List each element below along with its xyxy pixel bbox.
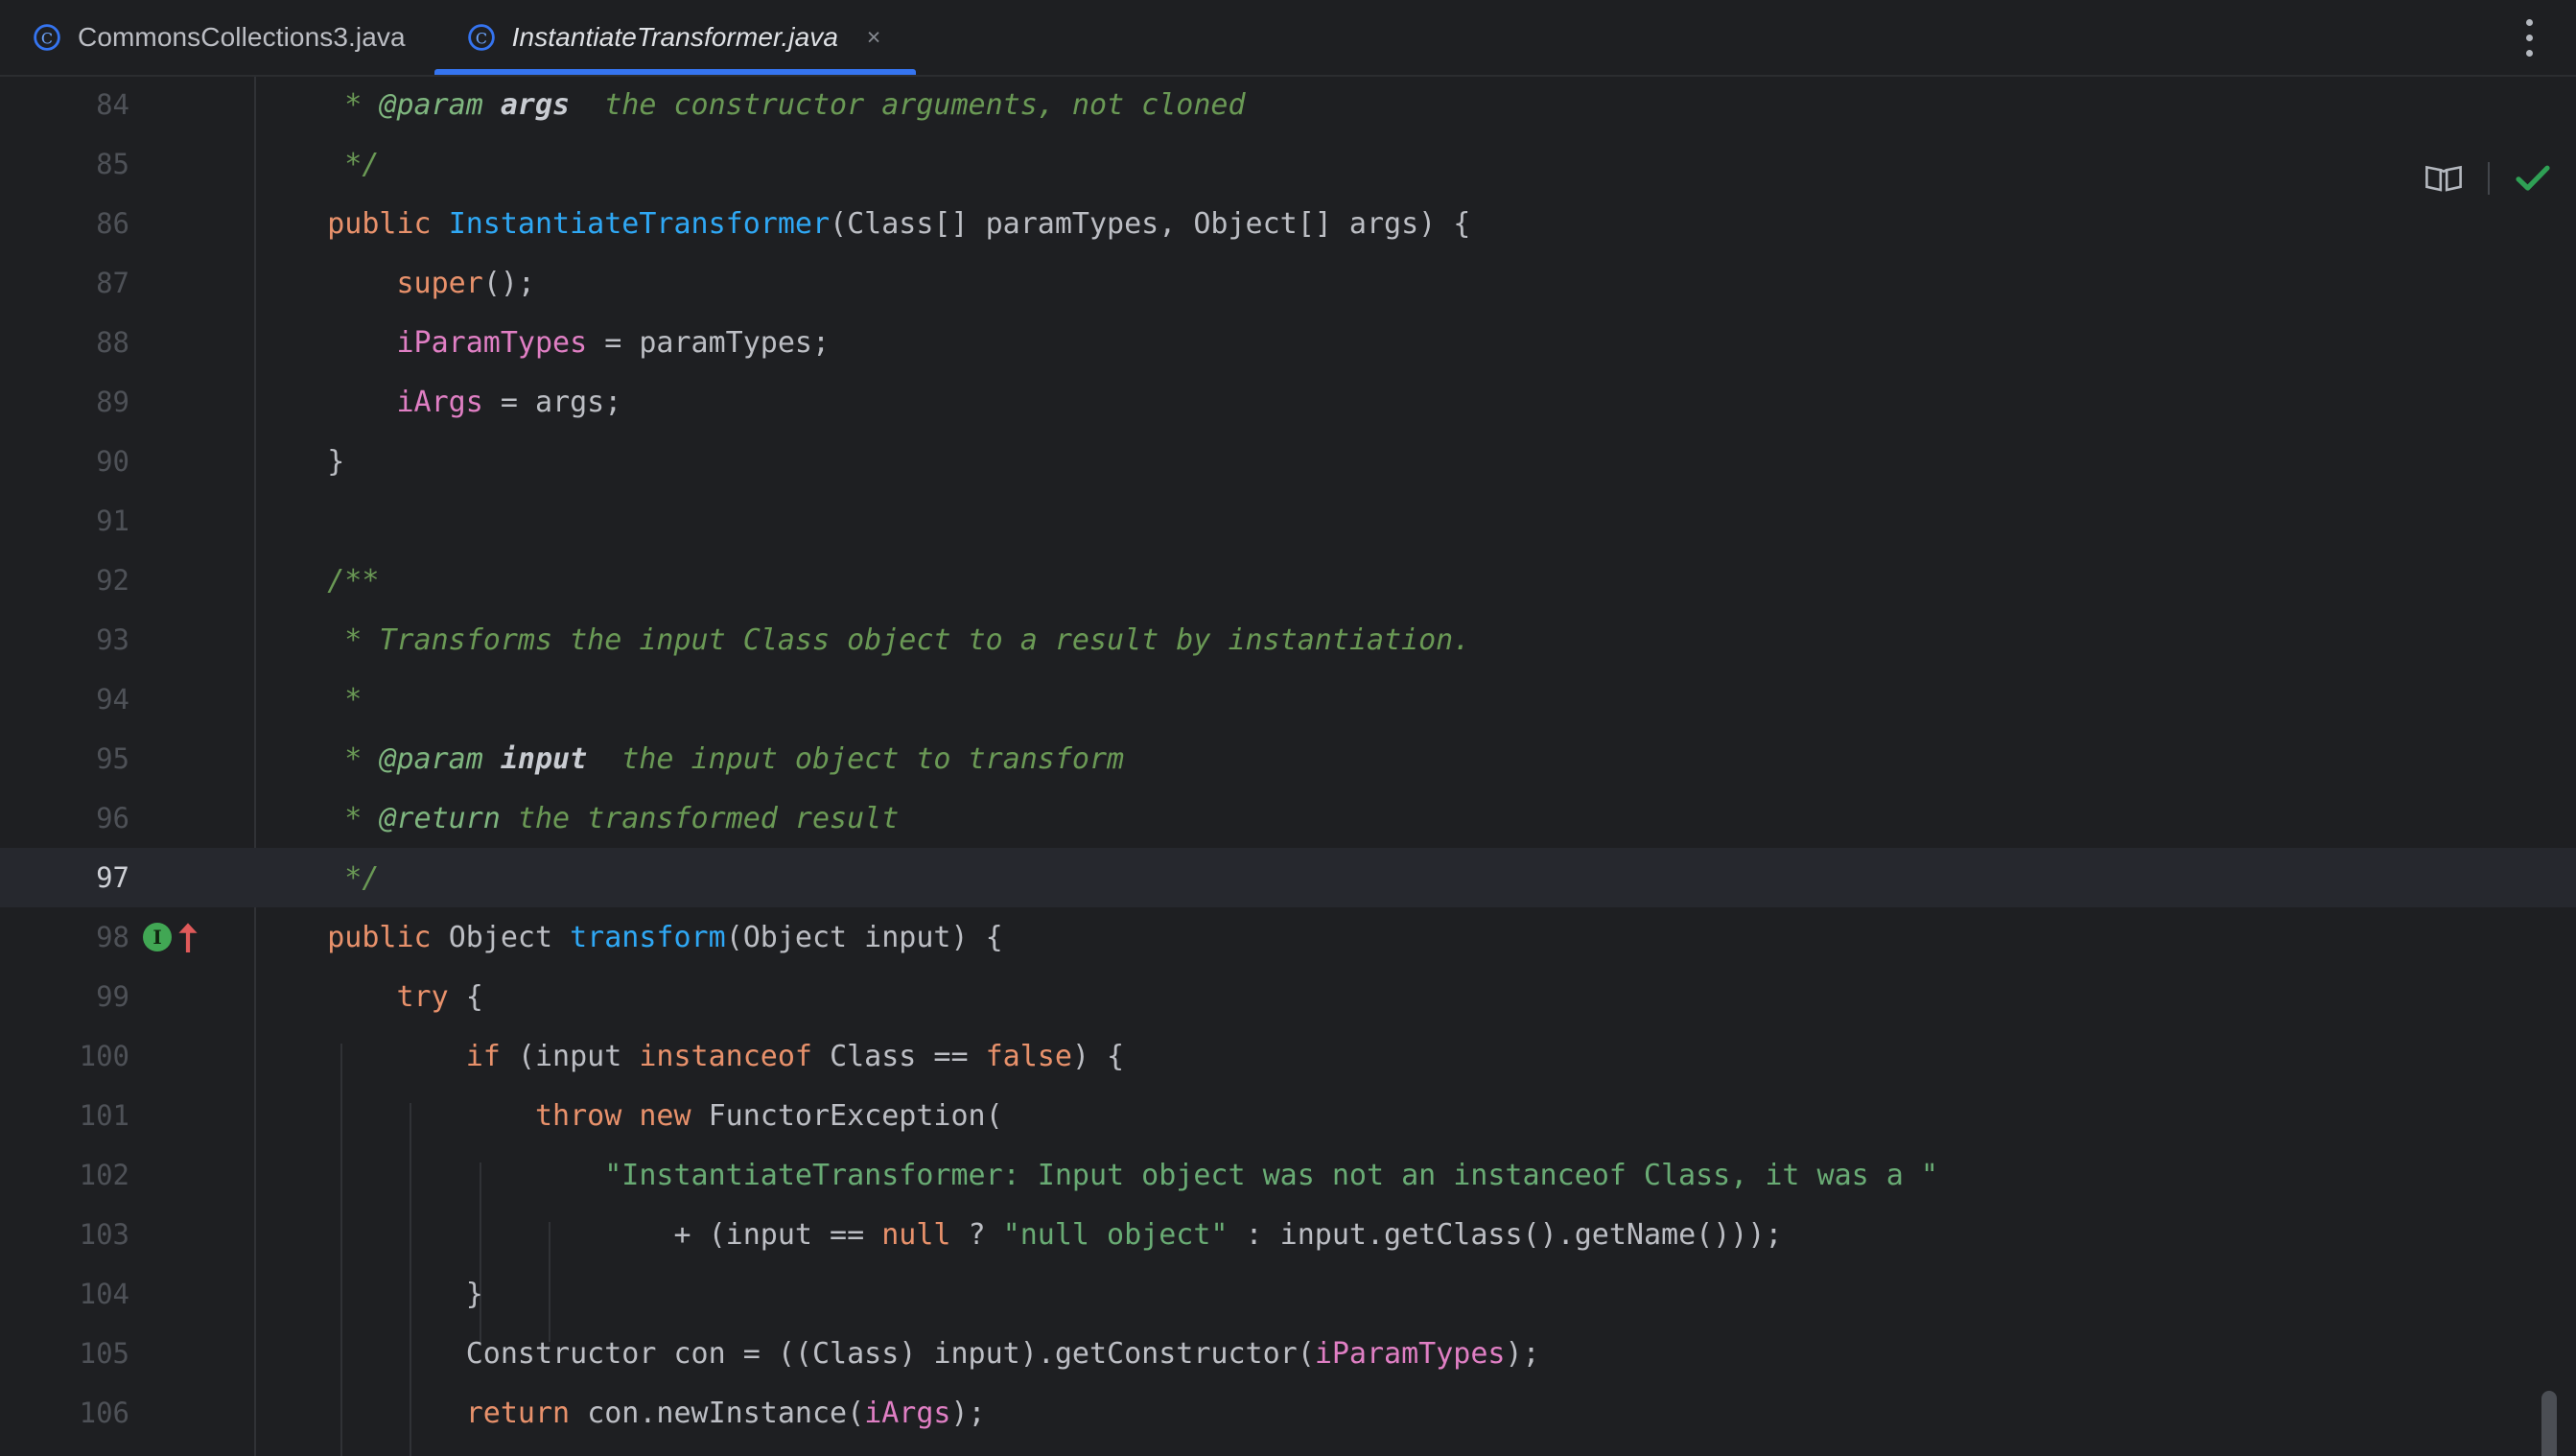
code-line[interactable]: 89 iArgs = args;	[0, 372, 2576, 432]
code-editor[interactable]: 84 * @param args the constructor argumen…	[0, 75, 2576, 1456]
line-number: 105	[79, 1337, 129, 1370]
line-number: 95	[96, 742, 129, 775]
checkmark-icon[interactable]	[2515, 163, 2551, 194]
line-number: 90	[96, 445, 129, 478]
code-line[interactable]: 92 /**	[0, 551, 2576, 610]
code-text: public Object transform(Object input) {	[327, 920, 1003, 954]
line-number: 99	[96, 980, 129, 1013]
code-line[interactable]: 87 super();	[0, 253, 2576, 313]
code-line-caret[interactable]: 97 */	[0, 848, 2576, 907]
code-line[interactable]: 104 }	[0, 1264, 2576, 1324]
line-number: 103	[79, 1218, 129, 1251]
line-number: 84	[96, 88, 129, 121]
code-line[interactable]: 99 try {	[0, 967, 2576, 1026]
code-line[interactable]: 102 "InstantiateTransformer: Input objec…	[0, 1145, 2576, 1205]
code-line[interactable]: 84 * @param args the constructor argumen…	[0, 75, 2576, 134]
open-book-icon[interactable]	[2424, 163, 2463, 194]
line-number: 98	[96, 921, 129, 953]
vertical-scrollbar-track[interactable]	[2541, 153, 2566, 1456]
code-line[interactable]: 96 * @return the transformed result	[0, 788, 2576, 848]
code-line[interactable]: 105 Constructor con = ((Class) input).ge…	[0, 1324, 2576, 1383]
code-text: Constructor con = ((Class) input).getCon…	[465, 1336, 1540, 1371]
code-text: */	[258, 147, 380, 181]
code-text: public InstantiateTransformer(Class[] pa…	[327, 206, 1471, 241]
code-text: * @param input the input object to trans…	[258, 741, 1125, 776]
code-text: iParamTypes = paramTypes;	[396, 325, 831, 360]
tab-label: CommonsCollections3.java	[78, 22, 406, 52]
code-line[interactable]: 88 iParamTypes = paramTypes;	[0, 313, 2576, 372]
code-line[interactable]: 91	[0, 491, 2576, 551]
code-line[interactable]: 101 throw new FunctorException(	[0, 1086, 2576, 1145]
tab-instantiate-transformer[interactable]: C InstantiateTransformer.java ×	[433, 0, 917, 75]
java-class-icon: C	[34, 24, 60, 51]
line-number: 104	[79, 1278, 129, 1310]
line-number: 97	[96, 861, 129, 894]
vertical-scrollbar-thumb[interactable]	[2541, 1391, 2557, 1456]
gutter-marker-area[interactable]: I	[129, 921, 254, 953]
line-number: 100	[79, 1040, 129, 1072]
line-number: 102	[79, 1159, 129, 1191]
code-text: return con.newInstance(iArgs);	[465, 1396, 986, 1430]
line-number: 101	[79, 1099, 129, 1132]
code-line[interactable]: 103 + (input == null ? "null object" : i…	[0, 1205, 2576, 1264]
line-number: 89	[96, 386, 129, 418]
code-text: }	[258, 444, 345, 479]
code-text: "InstantiateTransformer: Input object wa…	[604, 1158, 1938, 1192]
code-text: try {	[396, 979, 483, 1014]
inspection-widget	[2424, 153, 2551, 203]
line-number: 93	[96, 623, 129, 656]
code-text: *	[258, 682, 363, 716]
code-text: * Transforms the input Class object to a…	[258, 622, 1471, 657]
code-text: */	[258, 860, 380, 895]
code-line[interactable]: 98 I public Object transform(Object inpu…	[0, 907, 2576, 967]
code-text: super();	[396, 266, 536, 300]
implementing-method-icon[interactable]: I	[143, 923, 172, 951]
code-text: iArgs = args;	[396, 385, 622, 419]
code-text: throw new FunctorException(	[534, 1098, 1003, 1133]
line-number: 91	[96, 505, 129, 537]
editor-tab-bar: C CommonsCollections3.java C Instantiate…	[0, 0, 2576, 75]
line-number: 92	[96, 564, 129, 597]
svg-text:C: C	[476, 29, 487, 47]
close-icon[interactable]: ×	[860, 24, 887, 51]
code-line[interactable]: 94 *	[0, 669, 2576, 729]
code-line[interactable]: 100 if (input instanceof Class == false)…	[0, 1026, 2576, 1086]
code-text: /**	[258, 563, 380, 598]
svg-text:C: C	[41, 29, 53, 47]
line-number: 96	[96, 802, 129, 834]
line-number: 86	[96, 207, 129, 240]
code-text: * @return the transformed result	[258, 801, 900, 835]
code-text: + (input == null ? "null object" : input…	[258, 1217, 1783, 1252]
line-number: 88	[96, 326, 129, 359]
code-line[interactable]: 95 * @param input the input object to tr…	[0, 729, 2576, 788]
java-class-icon: C	[467, 24, 495, 51]
code-line[interactable]: 93 * Transforms the input Class object t…	[0, 610, 2576, 669]
kebab-menu-icon[interactable]	[2499, 0, 2559, 75]
code-line[interactable]: 86 public InstantiateTransformer(Class[]…	[0, 194, 2576, 253]
tab-commons-collections3[interactable]: C CommonsCollections3.java	[0, 0, 434, 75]
kebab-dot	[2525, 34, 2533, 41]
arrow-up-icon[interactable]	[176, 921, 199, 953]
line-number: 85	[96, 148, 129, 180]
line-number: 87	[96, 267, 129, 299]
widget-divider	[2488, 162, 2490, 195]
line-number: 94	[96, 683, 129, 716]
code-line[interactable]: 106 return con.newInstance(iArgs);	[0, 1383, 2576, 1443]
kebab-dot	[2525, 18, 2533, 26]
tab-label: InstantiateTransformer.java	[511, 22, 839, 52]
code-text: }	[258, 1277, 483, 1311]
code-line[interactable]: 85 */	[0, 134, 2576, 194]
code-text: * @param args the constructor arguments,…	[258, 87, 1246, 122]
kebab-dot	[2525, 49, 2533, 57]
line-number: 106	[79, 1397, 129, 1429]
code-line[interactable]: 90 }	[0, 432, 2576, 491]
code-text: if (input instanceof Class == false) {	[465, 1039, 1125, 1073]
